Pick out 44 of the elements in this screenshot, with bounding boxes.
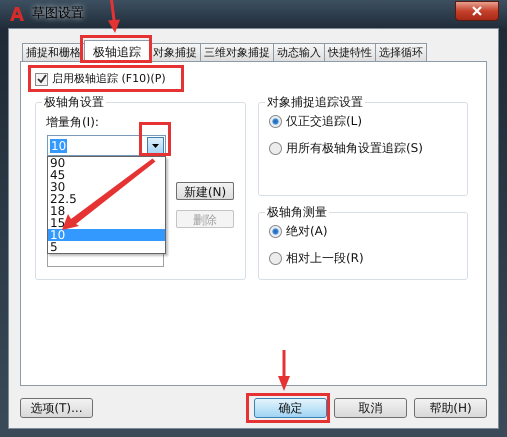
radio-label: 仅正交追踪(L) <box>286 113 362 130</box>
checkbox-label: 启用极轴追踪 (F10)(P) <box>52 72 166 86</box>
tab[interactable]: 极轴追踪 <box>84 40 150 62</box>
radio-button[interactable] <box>269 142 282 154</box>
tab[interactable]: 选择循环 <box>375 43 427 62</box>
dropdown-option[interactable]: 90 <box>48 157 165 169</box>
dropdown-option[interactable]: 22.5 <box>48 193 165 205</box>
checkbox[interactable] <box>35 72 48 86</box>
dropdown-option[interactable]: 15 <box>48 217 165 229</box>
group-title: 极轴角设置 <box>42 94 106 110</box>
dialog-button[interactable]: 选项(T)... <box>20 398 93 418</box>
dropdown-option[interactable]: 45 <box>48 169 165 181</box>
annotation-arrow <box>278 350 290 391</box>
dialog-button[interactable]: 取消 <box>334 398 407 418</box>
radio-button[interactable] <box>269 114 282 128</box>
radio-button[interactable] <box>269 224 282 238</box>
increment-label: 增量角(I): <box>46 114 99 131</box>
dialog-button[interactable]: 确定 <box>254 398 327 418</box>
dropdown-toggle[interactable] <box>147 137 164 154</box>
list-action-button[interactable]: 新建(N) <box>176 182 234 200</box>
radio-label: 绝对(A) <box>286 223 328 240</box>
close-button[interactable] <box>455 1 499 21</box>
annotation-arrow <box>108 0 120 33</box>
radio-button[interactable] <box>269 252 282 264</box>
dropdown-option[interactable]: 30 <box>48 181 165 193</box>
enable-checkbox-row[interactable]: 启用极轴追踪 (F10)(P) <box>35 70 166 88</box>
tab[interactable]: 动态输入 <box>273 43 325 62</box>
dropdown-option[interactable]: 18 <box>48 205 165 217</box>
dropdown-option[interactable]: 5 <box>48 241 165 253</box>
group-title: 对象捕捉追踪设置 <box>265 94 365 110</box>
tab[interactable]: 快捷特性 <box>324 43 376 62</box>
app-logo-icon <box>10 7 24 21</box>
window-title: 草图设置 <box>32 5 84 24</box>
close-icon <box>472 6 482 16</box>
caret-icon <box>152 144 159 148</box>
highlight-box <box>80 35 152 63</box>
check-icon <box>36 74 46 84</box>
radio-label: 相对上一段(R) <box>286 250 364 267</box>
highlight-box <box>139 122 171 156</box>
tab[interactable]: 三维对象捕捉 <box>200 43 274 62</box>
radio-label: 用所有极轴角设置追踪(S) <box>286 140 423 157</box>
dialog-button[interactable]: 帮助(H) <box>414 398 487 418</box>
group-title: 极轴角测量 <box>265 204 329 220</box>
combobox-value: 10 <box>50 138 68 152</box>
